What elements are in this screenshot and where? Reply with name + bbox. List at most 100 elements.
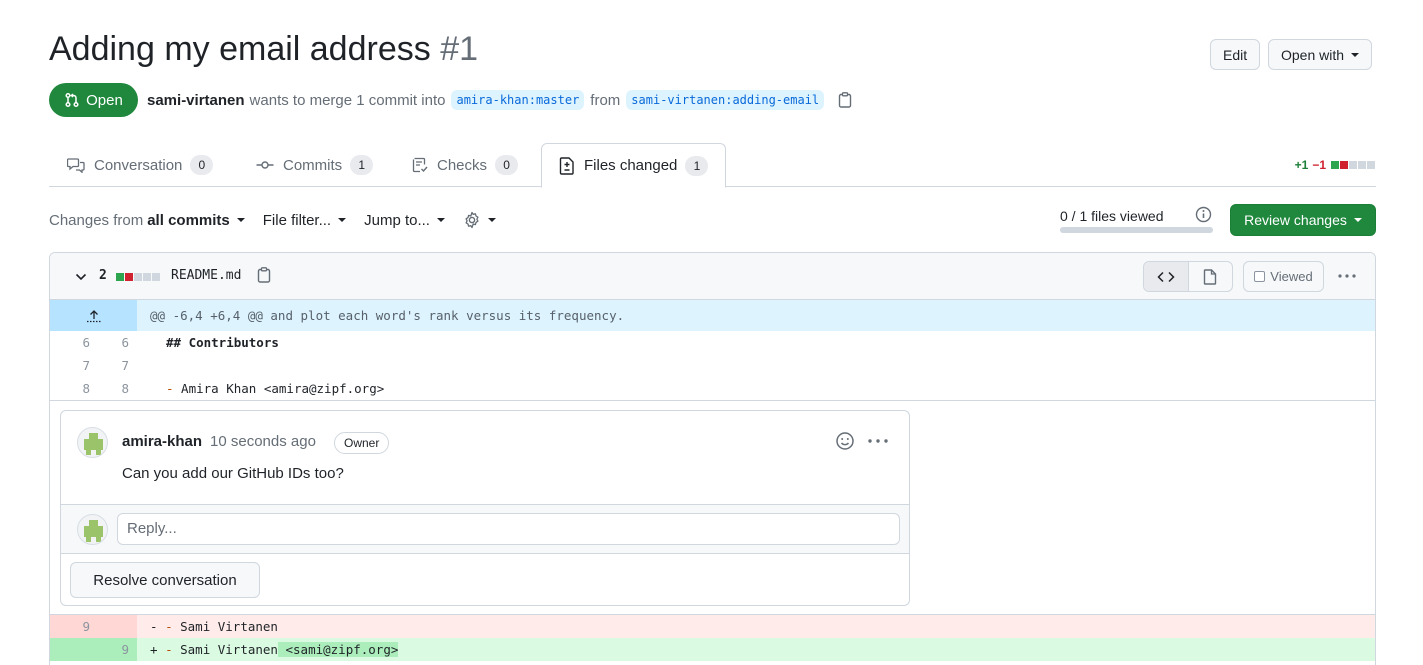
rich-view-button[interactable] bbox=[1189, 262, 1233, 291]
tab-conversation[interactable]: Conversation 0 bbox=[67, 143, 214, 187]
kebab-horizontal-icon[interactable] bbox=[1337, 268, 1357, 284]
old-line-number[interactable]: 7 bbox=[50, 354, 90, 377]
caret-down-icon bbox=[236, 218, 245, 222]
viewed-checkbox[interactable]: Viewed bbox=[1243, 261, 1324, 292]
new-line-number[interactable]: 7 bbox=[89, 354, 129, 377]
tab-conversation-count: 0 bbox=[190, 155, 214, 175]
info-icon[interactable] bbox=[1195, 206, 1212, 223]
caret-down-icon bbox=[338, 218, 347, 222]
pr-tabs: Conversation 0 Commits 1 Checks 0 Files … bbox=[49, 143, 1376, 188]
copy-icon[interactable] bbox=[838, 92, 852, 108]
diffstat-block bbox=[1367, 161, 1375, 169]
open-with-button[interactable]: Open with bbox=[1268, 39, 1373, 70]
diffstat-block bbox=[1331, 161, 1339, 169]
pr-title-text: Adding my email address bbox=[49, 30, 431, 68]
pr-title: Adding my email address #1 bbox=[49, 30, 478, 69]
copy-icon[interactable] bbox=[257, 267, 271, 283]
diffstat-block bbox=[1358, 161, 1366, 169]
avatar[interactable] bbox=[77, 514, 108, 545]
diff-line-rest: Sami Virtanen bbox=[180, 619, 278, 634]
jump-to-dropdown[interactable]: Jump to... bbox=[364, 212, 445, 229]
head-branch[interactable]: sami-virtanen:adding-email bbox=[626, 90, 825, 110]
diffstat-deletions: −1 bbox=[1312, 158, 1326, 172]
changes-from-dropdown[interactable]: Changes from all commits bbox=[49, 212, 245, 229]
git-commit-icon bbox=[256, 161, 274, 169]
old-line-number[interactable]: 9 bbox=[50, 615, 90, 638]
expand-up-button[interactable] bbox=[50, 300, 137, 331]
file-change-count: 2 bbox=[99, 268, 107, 283]
tab-checks-label: Checks bbox=[437, 156, 488, 174]
merge-text: wants to merge 1 commit into bbox=[249, 91, 446, 109]
tab-conversation-label: Conversation bbox=[94, 156, 183, 174]
old-line-number[interactable]: 8 bbox=[50, 377, 90, 400]
diff-line-rest: Amira Khan <amira@zipf.org> bbox=[173, 381, 385, 396]
new-line-number[interactable]: 9 bbox=[89, 638, 129, 661]
kebab-horizontal-icon[interactable] bbox=[867, 431, 889, 451]
list-bullet: - bbox=[165, 642, 173, 657]
list-bullet: - bbox=[165, 619, 173, 634]
tab-commits-count: 1 bbox=[350, 155, 374, 175]
tab-files-changed-count: 1 bbox=[685, 155, 709, 176]
list-bullet: - bbox=[166, 381, 174, 396]
diffstat-block bbox=[134, 273, 142, 281]
hunk-header: @@ -6,4 +6,4 @@ and plot each word's ran… bbox=[50, 300, 1375, 331]
file-filter-dropdown[interactable]: File filter... bbox=[262, 211, 347, 229]
avatar[interactable] bbox=[77, 427, 108, 458]
author-role-badge: Owner bbox=[334, 432, 390, 454]
tab-checks-count: 0 bbox=[495, 155, 519, 175]
pr-meta: sami-virtanen wants to merge 1 commit in… bbox=[147, 88, 852, 112]
comment-discussion-icon bbox=[67, 158, 85, 173]
new-line-number[interactable]: 6 bbox=[89, 331, 129, 354]
comment-author-link[interactable]: amira-khan bbox=[122, 433, 202, 450]
edit-button[interactable]: Edit bbox=[1210, 39, 1261, 70]
changes-from-value: all commits bbox=[147, 211, 230, 229]
tab-files-changed[interactable]: Files changed 1 bbox=[541, 143, 727, 188]
diff-line-addition: 9 + - Sami Virtanen <sami@zipf.org> bbox=[50, 638, 1375, 661]
tab-checks[interactable]: Checks 0 bbox=[412, 143, 519, 187]
files-viewed-count: 0 / 1 files viewed bbox=[1060, 208, 1164, 224]
diff-line-text: - - Sami Virtanen bbox=[150, 615, 278, 638]
checklist-icon bbox=[412, 157, 428, 173]
reply-placeholder: Reply... bbox=[127, 520, 177, 537]
pr-author-link[interactable]: sami-virtanen bbox=[147, 92, 245, 109]
comment-timestamp-link[interactable]: 10 seconds ago bbox=[210, 433, 316, 450]
diff-line-text: + - Sami Virtanen <sami@zipf.org> bbox=[150, 638, 399, 661]
pr-number: #1 bbox=[440, 30, 479, 68]
diffstat: +1 −1 bbox=[1295, 158, 1376, 172]
diffstat-block bbox=[125, 273, 133, 281]
chevron-down-icon[interactable] bbox=[74, 270, 88, 284]
diff-sign: + bbox=[150, 642, 158, 657]
source-view-button[interactable] bbox=[1144, 262, 1189, 291]
git-pull-request-icon bbox=[65, 92, 79, 108]
file-name-link[interactable]: README.md bbox=[171, 268, 241, 283]
old-line-number[interactable]: 6 bbox=[50, 331, 90, 354]
new-line-number[interactable]: 8 bbox=[89, 377, 129, 400]
resolve-conversation-label: Resolve conversation bbox=[93, 571, 237, 589]
caret-down-icon bbox=[1353, 218, 1362, 222]
jump-to-label: Jump to... bbox=[364, 211, 430, 229]
diffstat-additions: +1 bbox=[1294, 158, 1309, 172]
edit-button-label: Edit bbox=[1223, 46, 1248, 63]
diff-settings-dropdown[interactable] bbox=[463, 211, 496, 229]
diffstat-block bbox=[1349, 161, 1357, 169]
base-branch[interactable]: amira-khan:master bbox=[451, 90, 585, 110]
review-changes-button[interactable]: Review changes bbox=[1230, 204, 1376, 236]
resolve-conversation-button[interactable]: Resolve conversation bbox=[70, 562, 260, 598]
gear-icon bbox=[465, 211, 479, 229]
diffstat-block bbox=[152, 273, 160, 281]
tab-commits-label: Commits bbox=[283, 156, 343, 174]
fold-up-icon bbox=[86, 309, 101, 322]
smiley-icon[interactable] bbox=[835, 431, 855, 451]
file-filter-label: File filter... bbox=[262, 211, 332, 229]
diff-toolbar: Changes from all commits File filter... … bbox=[49, 210, 514, 230]
open-with-label: Open with bbox=[1281, 46, 1345, 63]
caret-down-icon bbox=[487, 218, 496, 222]
diff-line: 6 6 ## Contributors bbox=[50, 331, 1375, 354]
status-badge-label: Open bbox=[86, 91, 123, 109]
review-thread-row: amira-khan 10 seconds ago Owner Can you … bbox=[50, 400, 1375, 615]
file-diff-icon bbox=[559, 156, 574, 175]
word-diff-highlight: <sami@zipf.org> bbox=[277, 642, 399, 657]
tab-commits[interactable]: Commits 1 bbox=[256, 143, 374, 187]
diffstat-block bbox=[116, 273, 124, 281]
reply-input[interactable]: Reply... bbox=[117, 513, 900, 545]
